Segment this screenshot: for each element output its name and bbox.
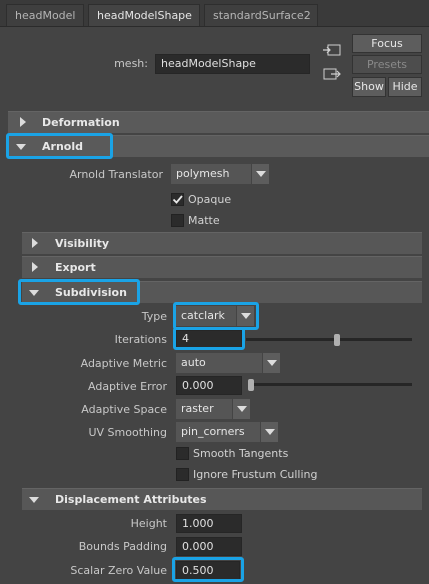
section-label: Export — [55, 261, 96, 274]
hide-button[interactable]: Hide — [388, 77, 422, 97]
collapse-arrow-icon — [32, 262, 38, 272]
show-button[interactable]: Show — [352, 77, 386, 97]
iterations-label: Iterations — [114, 333, 167, 346]
iterations-slider-handle[interactable] — [334, 334, 340, 346]
focus-out-icon[interactable] — [322, 66, 342, 85]
uv-smoothing-dropdown[interactable]: pin_corners — [176, 422, 260, 442]
adaptive-space-label: Adaptive Space — [81, 403, 167, 416]
mesh-name-field[interactable]: headModelShape — [155, 54, 310, 74]
uv-smoothing-label: UV Smoothing — [88, 426, 167, 439]
section-label: Deformation — [42, 116, 120, 129]
adaptive-space-dropdown[interactable]: raster — [176, 399, 232, 419]
matte-label: Matte — [188, 214, 220, 227]
highlight-arnold — [6, 133, 113, 159]
adaptive-error-slider[interactable] — [248, 383, 412, 386]
highlight-subdivision — [18, 279, 140, 305]
opaque-label: Opaque — [188, 193, 232, 206]
section-displacement[interactable]: Displacement Attributes — [22, 488, 422, 510]
section-visibility[interactable]: Visibility — [22, 232, 422, 254]
section-deformation[interactable]: Deformation — [8, 111, 429, 133]
height-field[interactable]: 1.000 — [176, 514, 242, 533]
adaptive-metric-dropdown[interactable]: auto — [176, 353, 262, 373]
bounds-padding-field[interactable]: 0.000 — [176, 537, 242, 556]
tab-headmodelshape[interactable]: headModelShape — [88, 4, 200, 26]
collapse-arrow-icon — [20, 117, 26, 127]
smooth-tangents-checkbox[interactable] — [176, 447, 189, 460]
adaptive-error-slider-handle[interactable] — [248, 379, 254, 391]
focus-in-icon[interactable] — [322, 42, 342, 61]
ignore-frustum-checkbox[interactable] — [176, 468, 189, 481]
adaptive-error-field[interactable]: 0.000 — [176, 376, 242, 395]
type-label: Type — [141, 310, 167, 323]
chevron-down-icon[interactable] — [260, 422, 278, 442]
arnold-translator-dropdown[interactable]: polymesh — [171, 164, 251, 184]
height-label: Height — [130, 517, 167, 530]
chevron-down-icon[interactable] — [232, 399, 250, 419]
highlight-type — [173, 302, 259, 330]
collapse-arrow-icon — [32, 238, 38, 248]
matte-checkbox[interactable] — [171, 214, 184, 227]
tab-standardsurface2[interactable]: standardSurface2 — [204, 4, 318, 26]
section-export[interactable]: Export — [22, 256, 422, 278]
adaptive-metric-label: Adaptive Metric — [80, 357, 167, 370]
arnold-translator-label: Arnold Translator — [69, 168, 163, 181]
mesh-label: mesh: — [114, 57, 148, 70]
tab-headmodel[interactable]: headModel — [6, 4, 84, 26]
bounds-padding-label: Bounds Padding — [78, 540, 167, 553]
checkmark-icon — [172, 195, 183, 204]
opaque-checkbox[interactable] — [171, 193, 184, 206]
chevron-down-icon[interactable] — [251, 164, 269, 184]
ignore-frustum-label: Ignore Frustum Culling — [193, 468, 318, 481]
section-label: Displacement Attributes — [55, 493, 207, 506]
iterations-slider[interactable] — [246, 338, 412, 341]
highlight-scalar-zero — [172, 557, 244, 582]
smooth-tangents-label: Smooth Tangents — [193, 447, 289, 460]
section-label: Visibility — [55, 237, 110, 250]
expand-arrow-icon — [29, 497, 39, 503]
focus-button[interactable]: Focus — [352, 34, 422, 53]
scalar-zero-value-label: Scalar Zero Value — [70, 564, 167, 577]
chevron-down-icon[interactable] — [262, 353, 280, 373]
highlight-iterations — [173, 327, 245, 350]
presets-button[interactable]: Presets — [352, 55, 422, 74]
adaptive-error-label: Adaptive Error — [88, 380, 167, 393]
